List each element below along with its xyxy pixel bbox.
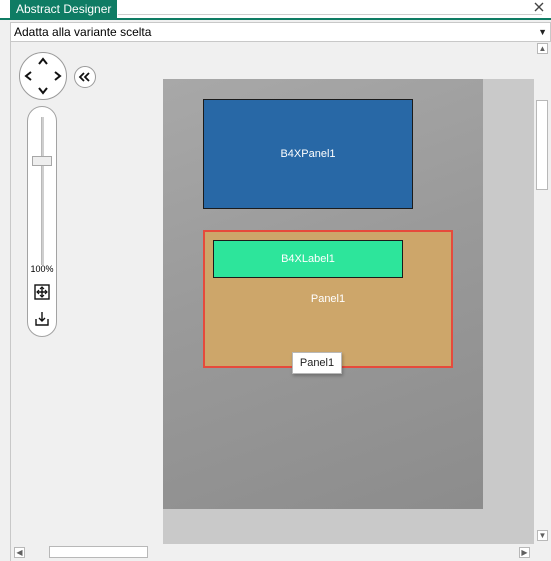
horizontal-scrollbar[interactable]: ◀ ▶ [11,544,534,561]
scroll-right-icon[interactable]: ▶ [519,547,530,558]
window-title-bar: Abstract Designer [0,0,551,20]
fit-to-screen-icon[interactable] [33,283,51,301]
view-panel1-label: Panel1 [310,293,346,305]
vertical-scrollbar[interactable]: ▲ ▼ [534,43,551,544]
collapse-panel-button[interactable] [74,66,96,88]
vertical-scroll-thumb[interactable] [536,100,548,190]
pan-up-icon[interactable] [38,56,48,66]
variant-dropdown[interactable]: Adatta alla variante scelta ▼ [10,22,551,42]
view-panel1-selected[interactable]: B4XLabel1 Panel1 [203,230,453,368]
horizontal-scroll-thumb[interactable] [49,546,148,558]
pan-down-icon[interactable] [38,86,48,96]
scroll-down-icon[interactable]: ▼ [537,530,548,541]
download-tray-icon[interactable] [33,310,51,328]
tab-abstract-designer[interactable]: Abstract Designer [10,0,118,18]
view-b4xpanel1-label: B4XPanel1 [280,148,336,160]
zoom-slider-track[interactable] [41,117,44,265]
pan-control[interactable] [19,52,67,100]
view-b4xlabel1[interactable]: B4XLabel1 [213,240,403,278]
view-b4xlabel1-label: B4XLabel1 [281,253,335,265]
chevron-down-icon: ▼ [538,27,547,37]
pan-right-icon[interactable] [53,71,63,81]
panel-left-border [10,42,11,561]
pan-left-icon[interactable] [23,71,33,81]
variant-selected-value: Adatta alla variante scelta [14,25,152,39]
view-tooltip: Panel1 [292,352,342,374]
scroll-up-icon[interactable]: ▲ [537,43,548,54]
scroll-left-icon[interactable]: ◀ [14,547,25,558]
close-icon[interactable] [533,1,545,13]
zoom-control: 100% [27,106,57,337]
double-chevron-left-icon [78,72,90,82]
zoom-slider-thumb[interactable] [32,156,52,166]
tab-divider [118,14,542,15]
view-b4xpanel1[interactable]: B4XPanel1 [203,99,413,209]
zoom-level-label: 100% [30,264,54,274]
